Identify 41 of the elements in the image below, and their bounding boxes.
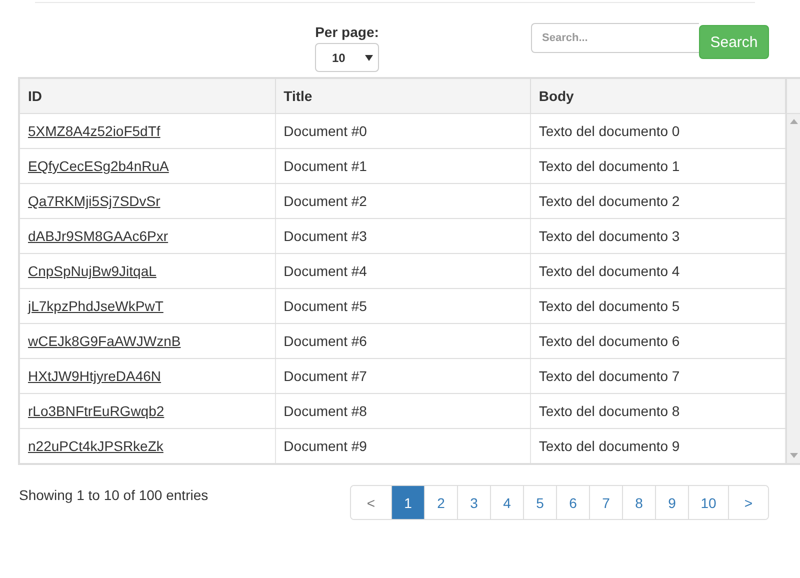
table-cell: Document #9 bbox=[275, 428, 530, 463]
column-header[interactable]: Body bbox=[530, 79, 786, 114]
id-link[interactable]: jL7kpzPhdJseWkPwT bbox=[28, 298, 164, 314]
table-cell: Texto del documento 7 bbox=[530, 358, 786, 394]
table-cell: Document #8 bbox=[275, 394, 530, 428]
table-cell: Document #3 bbox=[275, 218, 530, 254]
id-link[interactable]: wCEJk8G9FaAWJWznB bbox=[28, 333, 181, 349]
scroll-down-icon[interactable] bbox=[790, 453, 798, 458]
next-page-button[interactable]: > bbox=[728, 486, 768, 519]
id-link[interactable]: EQfyCecESg2b4nRuA bbox=[28, 158, 169, 174]
table-cell: Document #0 bbox=[275, 114, 530, 148]
table-cell: Document #4 bbox=[275, 254, 530, 288]
table-cell: Texto del documento 4 bbox=[530, 254, 786, 288]
table-cell: Document #2 bbox=[275, 184, 530, 218]
table-cell: Document #7 bbox=[275, 358, 530, 394]
id-link[interactable]: 5XMZ8A4z52ioF5dTf bbox=[28, 123, 160, 139]
table-cell: Texto del documento 1 bbox=[530, 148, 786, 184]
caret-icon bbox=[365, 54, 373, 60]
id-link[interactable]: n22uPCt4kJPSRkeZk bbox=[28, 438, 164, 454]
search-field[interactable]: Search... bbox=[531, 23, 699, 53]
table-cell: Texto del documento 6 bbox=[530, 324, 786, 358]
table-cell: Document #6 bbox=[275, 324, 530, 358]
id-link[interactable]: CnpSpNujBw9JitqaL bbox=[28, 263, 156, 279]
per-page-select[interactable]: 10 bbox=[315, 43, 379, 72]
table-cell: Document #1 bbox=[275, 148, 530, 184]
id-link[interactable]: Qa7RKMji5Sj7SDvSr bbox=[28, 193, 160, 209]
table-cell: Texto del documento 3 bbox=[530, 218, 786, 254]
table-cell: Texto del documento 0 bbox=[530, 114, 786, 148]
table-cell: Texto del documento 8 bbox=[530, 394, 786, 428]
id-link[interactable]: HXtJW9HtjyreDA46N bbox=[28, 368, 162, 384]
table-cell: Document #5 bbox=[275, 288, 530, 324]
entries-summary: Showing 1 to 10 of 100 entries bbox=[19, 487, 208, 505]
per-page-label: Per page: bbox=[315, 24, 379, 41]
table-cell: Texto del documento 2 bbox=[530, 184, 786, 218]
id-link[interactable]: dABJr9SM8GAAc6Pxr bbox=[28, 228, 168, 244]
column-header[interactable]: ID bbox=[20, 79, 276, 114]
column-header[interactable]: Title bbox=[275, 79, 530, 114]
scroll-up-icon[interactable] bbox=[790, 119, 798, 124]
page-button[interactable]: 1 bbox=[391, 486, 424, 519]
id-link[interactable]: rLo3BNFtrEuRGwqb2 bbox=[28, 403, 164, 419]
table-cell: Texto del documento 5 bbox=[530, 288, 786, 324]
